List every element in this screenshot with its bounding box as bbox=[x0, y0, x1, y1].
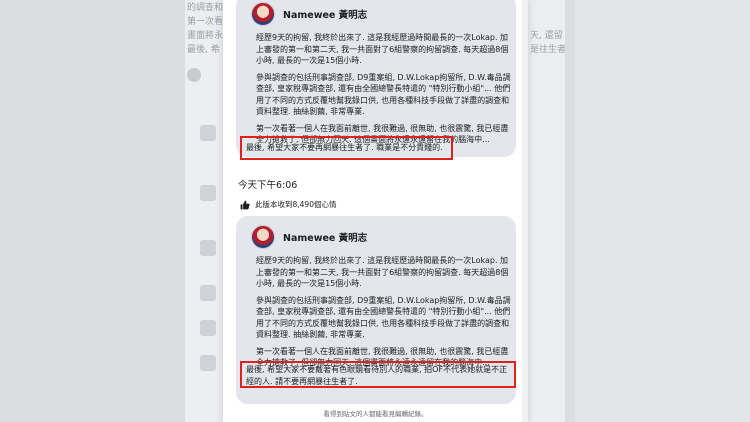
background-avatar bbox=[200, 185, 216, 201]
background-text: 是往生者 bbox=[530, 45, 567, 55]
author-name[interactable]: Namewee 黃明志 bbox=[283, 7, 367, 21]
post-header: Namewee 黃明志 bbox=[251, 2, 367, 26]
author-name[interactable]: Namewee 黃明志 bbox=[283, 230, 367, 244]
post-paragraph: 經歷9天的拘留, 我終於出來了. 這是我經歷過時間最長的一次Lokap. 加上審… bbox=[256, 33, 509, 65]
reaction-count-text: 此版本收到8,490個心情 bbox=[255, 200, 337, 209]
background-reaction-icon bbox=[187, 68, 201, 82]
background-text: 最後, 希 bbox=[187, 45, 220, 55]
post-body: 經歷9天的拘留, 我終於出來了. 這是我經歷過時間最長的一次Lokap. 加上審… bbox=[256, 32, 512, 151]
dialog-scrollbar[interactable] bbox=[522, 0, 528, 422]
edit-history-dialog: Namewee 黃明志 經歷9天的拘留, 我終於出來了. 這是我經歷過時間最長的… bbox=[223, 0, 528, 422]
post-header: Namewee 黃明志 bbox=[251, 225, 367, 249]
background-avatar bbox=[200, 240, 216, 256]
author-avatar[interactable] bbox=[251, 2, 275, 26]
highlighted-sentence: 最後, 希望大家不要戴著有色眼鏡看待別人的職業, 拍OF不代表她就是不正經的人.… bbox=[246, 365, 508, 386]
post-paragraph: 參與調查的包括刑事調查部, D9重案組, D.W.Lokap拘留所, D.W.毒… bbox=[256, 295, 511, 340]
background-avatar bbox=[200, 285, 216, 301]
background-avatar bbox=[200, 320, 216, 336]
highlighted-sentence: 最後, 希望大家不要再網暴往生者了. 職業是不分貴賤的. bbox=[246, 143, 443, 152]
background-text: 畫面將永 bbox=[187, 31, 224, 41]
background-avatar bbox=[200, 125, 216, 141]
background-text: 天, 還留 bbox=[530, 31, 563, 41]
post-version-original: Namewee 黃明志 經歷9天的拘留, 我終於出來了. 這是我經歷過時間最長的… bbox=[236, 0, 516, 157]
author-avatar[interactable] bbox=[251, 225, 275, 249]
post-paragraph: 經歷9天的拘留, 我終於出來了. 這是我經歷過時間最長的一次Lokap. 加上審… bbox=[256, 256, 509, 288]
reaction-summary: 此版本收到8,490個心情 bbox=[240, 199, 336, 210]
post-body: 經歷9天的拘留, 我終於出來了. 這是我經歷過時間最長的一次Lokap. 加上審… bbox=[256, 255, 512, 374]
edit-history-footer: 看得到貼文的人都能看見編輯紀錄。 bbox=[323, 410, 428, 418]
thumbs-up-icon bbox=[240, 200, 250, 209]
background-avatar bbox=[200, 355, 216, 371]
background-text: 第一次看 bbox=[187, 17, 224, 27]
post-paragraph: 參與調查的包括刑事調查部, D9重案組, D.W.Lokap拘留所, D.W.毒… bbox=[256, 72, 511, 117]
background-text: 的調查和 bbox=[187, 3, 224, 13]
version-timestamp: 今天下午6:06 bbox=[238, 180, 298, 191]
background-sidebar bbox=[575, 0, 750, 422]
